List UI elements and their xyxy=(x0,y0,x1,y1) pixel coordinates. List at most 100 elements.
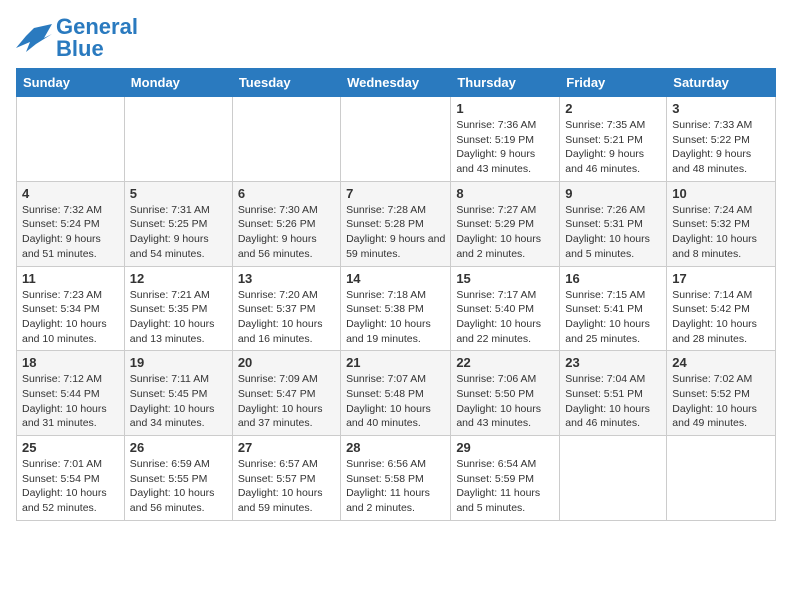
day-number: 3 xyxy=(672,101,770,116)
day-number: 6 xyxy=(238,186,335,201)
day-cell: 17 Sunrise: 7:14 AMSunset: 5:42 PMDaylig… xyxy=(667,266,776,351)
day-header-saturday: Saturday xyxy=(667,69,776,97)
day-info: Sunrise: 7:02 AMSunset: 5:52 PMDaylight:… xyxy=(672,372,770,431)
day-cell: 20 Sunrise: 7:09 AMSunset: 5:47 PMDaylig… xyxy=(232,351,340,436)
day-number: 10 xyxy=(672,186,770,201)
calendar-table: SundayMondayTuesdayWednesdayThursdayFrid… xyxy=(16,68,776,521)
day-number: 17 xyxy=(672,271,770,286)
day-cell: 15 Sunrise: 7:17 AMSunset: 5:40 PMDaylig… xyxy=(451,266,560,351)
day-cell: 8 Sunrise: 7:27 AMSunset: 5:29 PMDayligh… xyxy=(451,181,560,266)
day-info: Sunrise: 6:57 AMSunset: 5:57 PMDaylight:… xyxy=(238,457,335,516)
day-number: 16 xyxy=(565,271,661,286)
day-info: Sunrise: 7:06 AMSunset: 5:50 PMDaylight:… xyxy=(456,372,554,431)
day-cell: 28 Sunrise: 6:56 AMSunset: 5:58 PMDaylig… xyxy=(341,436,451,521)
day-info: Sunrise: 6:54 AMSunset: 5:59 PMDaylight:… xyxy=(456,457,554,516)
day-number: 24 xyxy=(672,355,770,370)
day-number: 29 xyxy=(456,440,554,455)
week-row-5: 25 Sunrise: 7:01 AMSunset: 5:54 PMDaylig… xyxy=(17,436,776,521)
day-cell: 4 Sunrise: 7:32 AMSunset: 5:24 PMDayligh… xyxy=(17,181,125,266)
day-cell: 13 Sunrise: 7:20 AMSunset: 5:37 PMDaylig… xyxy=(232,266,340,351)
day-info: Sunrise: 7:20 AMSunset: 5:37 PMDaylight:… xyxy=(238,288,335,347)
day-cell: 22 Sunrise: 7:06 AMSunset: 5:50 PMDaylig… xyxy=(451,351,560,436)
day-cell xyxy=(124,97,232,182)
day-cell: 6 Sunrise: 7:30 AMSunset: 5:26 PMDayligh… xyxy=(232,181,340,266)
day-number: 23 xyxy=(565,355,661,370)
day-cell xyxy=(17,97,125,182)
day-info: Sunrise: 7:31 AMSunset: 5:25 PMDaylight:… xyxy=(130,203,227,262)
day-cell xyxy=(667,436,776,521)
day-number: 26 xyxy=(130,440,227,455)
day-number: 25 xyxy=(22,440,119,455)
day-number: 13 xyxy=(238,271,335,286)
day-number: 11 xyxy=(22,271,119,286)
logo-icon xyxy=(16,24,52,52)
day-info: Sunrise: 7:01 AMSunset: 5:54 PMDaylight:… xyxy=(22,457,119,516)
day-info: Sunrise: 7:17 AMSunset: 5:40 PMDaylight:… xyxy=(456,288,554,347)
day-cell: 11 Sunrise: 7:23 AMSunset: 5:34 PMDaylig… xyxy=(17,266,125,351)
day-cell: 14 Sunrise: 7:18 AMSunset: 5:38 PMDaylig… xyxy=(341,266,451,351)
day-cell: 3 Sunrise: 7:33 AMSunset: 5:22 PMDayligh… xyxy=(667,97,776,182)
day-cell: 18 Sunrise: 7:12 AMSunset: 5:44 PMDaylig… xyxy=(17,351,125,436)
day-info: Sunrise: 7:35 AMSunset: 5:21 PMDaylight:… xyxy=(565,118,661,177)
day-header-sunday: Sunday xyxy=(17,69,125,97)
day-header-thursday: Thursday xyxy=(451,69,560,97)
day-number: 18 xyxy=(22,355,119,370)
day-info: Sunrise: 7:32 AMSunset: 5:24 PMDaylight:… xyxy=(22,203,119,262)
day-info: Sunrise: 7:30 AMSunset: 5:26 PMDaylight:… xyxy=(238,203,335,262)
day-cell: 24 Sunrise: 7:02 AMSunset: 5:52 PMDaylig… xyxy=(667,351,776,436)
day-header-row: SundayMondayTuesdayWednesdayThursdayFrid… xyxy=(17,69,776,97)
day-info: Sunrise: 7:04 AMSunset: 5:51 PMDaylight:… xyxy=(565,372,661,431)
day-header-wednesday: Wednesday xyxy=(341,69,451,97)
day-cell xyxy=(341,97,451,182)
day-header-monday: Monday xyxy=(124,69,232,97)
logo: GeneralBlue xyxy=(16,16,138,60)
day-info: Sunrise: 7:21 AMSunset: 5:35 PMDaylight:… xyxy=(130,288,227,347)
day-info: Sunrise: 7:33 AMSunset: 5:22 PMDaylight:… xyxy=(672,118,770,177)
day-cell: 12 Sunrise: 7:21 AMSunset: 5:35 PMDaylig… xyxy=(124,266,232,351)
day-number: 22 xyxy=(456,355,554,370)
day-info: Sunrise: 7:09 AMSunset: 5:47 PMDaylight:… xyxy=(238,372,335,431)
day-number: 28 xyxy=(346,440,445,455)
day-info: Sunrise: 7:36 AMSunset: 5:19 PMDaylight:… xyxy=(456,118,554,177)
day-cell: 19 Sunrise: 7:11 AMSunset: 5:45 PMDaylig… xyxy=(124,351,232,436)
day-number: 5 xyxy=(130,186,227,201)
day-info: Sunrise: 7:26 AMSunset: 5:31 PMDaylight:… xyxy=(565,203,661,262)
day-info: Sunrise: 7:18 AMSunset: 5:38 PMDaylight:… xyxy=(346,288,445,347)
day-cell: 23 Sunrise: 7:04 AMSunset: 5:51 PMDaylig… xyxy=(560,351,667,436)
day-cell: 16 Sunrise: 7:15 AMSunset: 5:41 PMDaylig… xyxy=(560,266,667,351)
day-info: Sunrise: 7:12 AMSunset: 5:44 PMDaylight:… xyxy=(22,372,119,431)
week-row-1: 1 Sunrise: 7:36 AMSunset: 5:19 PMDayligh… xyxy=(17,97,776,182)
day-number: 4 xyxy=(22,186,119,201)
day-number: 12 xyxy=(130,271,227,286)
day-cell: 5 Sunrise: 7:31 AMSunset: 5:25 PMDayligh… xyxy=(124,181,232,266)
day-info: Sunrise: 7:27 AMSunset: 5:29 PMDaylight:… xyxy=(456,203,554,262)
day-cell: 29 Sunrise: 6:54 AMSunset: 5:59 PMDaylig… xyxy=(451,436,560,521)
week-row-2: 4 Sunrise: 7:32 AMSunset: 5:24 PMDayligh… xyxy=(17,181,776,266)
day-cell: 21 Sunrise: 7:07 AMSunset: 5:48 PMDaylig… xyxy=(341,351,451,436)
day-info: Sunrise: 7:24 AMSunset: 5:32 PMDaylight:… xyxy=(672,203,770,262)
day-header-friday: Friday xyxy=(560,69,667,97)
day-number: 9 xyxy=(565,186,661,201)
day-cell: 10 Sunrise: 7:24 AMSunset: 5:32 PMDaylig… xyxy=(667,181,776,266)
day-number: 19 xyxy=(130,355,227,370)
week-row-4: 18 Sunrise: 7:12 AMSunset: 5:44 PMDaylig… xyxy=(17,351,776,436)
day-cell xyxy=(232,97,340,182)
day-cell: 26 Sunrise: 6:59 AMSunset: 5:55 PMDaylig… xyxy=(124,436,232,521)
day-cell: 7 Sunrise: 7:28 AMSunset: 5:28 PMDayligh… xyxy=(341,181,451,266)
day-number: 7 xyxy=(346,186,445,201)
day-number: 15 xyxy=(456,271,554,286)
day-number: 20 xyxy=(238,355,335,370)
week-row-3: 11 Sunrise: 7:23 AMSunset: 5:34 PMDaylig… xyxy=(17,266,776,351)
day-info: Sunrise: 7:28 AMSunset: 5:28 PMDaylight:… xyxy=(346,203,445,262)
day-number: 27 xyxy=(238,440,335,455)
day-info: Sunrise: 7:23 AMSunset: 5:34 PMDaylight:… xyxy=(22,288,119,347)
day-info: Sunrise: 6:56 AMSunset: 5:58 PMDaylight:… xyxy=(346,457,445,516)
day-number: 1 xyxy=(456,101,554,116)
day-cell: 27 Sunrise: 6:57 AMSunset: 5:57 PMDaylig… xyxy=(232,436,340,521)
day-cell xyxy=(560,436,667,521)
day-info: Sunrise: 7:11 AMSunset: 5:45 PMDaylight:… xyxy=(130,372,227,431)
day-info: Sunrise: 7:07 AMSunset: 5:48 PMDaylight:… xyxy=(346,372,445,431)
day-info: Sunrise: 7:14 AMSunset: 5:42 PMDaylight:… xyxy=(672,288,770,347)
day-number: 8 xyxy=(456,186,554,201)
day-cell: 1 Sunrise: 7:36 AMSunset: 5:19 PMDayligh… xyxy=(451,97,560,182)
